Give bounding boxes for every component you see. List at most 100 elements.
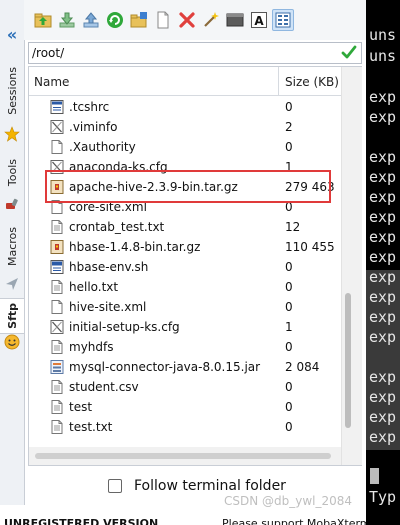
terminal-line: exp [369,188,397,206]
file-name: hive-site.xml [69,300,147,314]
follow-terminal-label: Follow terminal folder [134,478,286,494]
watermark: CSDN @db_ywl_2084 [224,494,353,508]
text-icon [49,379,65,395]
download-icon [59,12,75,28]
file-size: 0 [285,340,293,354]
smiley-icon [4,334,20,350]
config-icon [49,319,65,335]
vertical-scroll-thumb[interactable] [345,293,351,428]
terminal-line: uns [369,26,397,44]
list-view-icon [275,12,291,28]
upload-button[interactable] [80,9,102,31]
file-size: 0 [285,280,293,294]
terminal-line: exp [369,408,397,426]
tab-sftp[interactable]: Sftp [0,298,24,334]
file-list: Name Size (KB) .tcshrc 0 .viminfo 2 .Xauthor… [28,66,362,466]
sftp-panel: « Sessions Tools Macros Sftp A /root/ Na… [0,0,400,525]
list-view-button[interactable] [272,9,294,31]
delete-button[interactable] [176,9,198,31]
file-size: 0 [285,140,293,154]
horizontal-scroll-thumb[interactable] [35,453,331,459]
file-row[interactable]: hbase-env.sh 0 [29,257,341,277]
text-mode-button[interactable]: A [248,9,270,31]
terminal-line: exp [369,168,397,186]
file-size: 0 [285,300,293,314]
terminal-line: exp [369,388,397,406]
checkmark-icon[interactable] [341,44,357,64]
collapse-icon[interactable]: « [4,25,20,44]
doc-icon [49,99,65,115]
follow-terminal-checkbox[interactable] [108,479,122,493]
file-name: student.csv [69,380,139,394]
tab-macros[interactable]: Macros [0,222,24,272]
terminal-line: exp [369,288,397,306]
blank-icon [49,139,65,155]
follow-terminal-folder[interactable]: Follow terminal folder [108,478,286,494]
file-size: 110 455 [285,240,335,254]
file-size: 0 [285,420,293,434]
file-size: 0 [285,380,293,394]
terminal-line: Typ [369,488,397,506]
refresh-button[interactable] [104,9,126,31]
terminal-pane[interactable]: uns uns exp exp exp exp exp exp exp exp exp exp exp e… [366,0,400,525]
new-folder-icon [130,12,147,28]
terminal-icon [226,13,244,27]
file-name: hbase-env.sh [69,260,149,274]
file-row[interactable]: hello.txt 0 [29,277,341,297]
terminal-line: exp [369,328,397,346]
file-row[interactable]: .Xauthority 0 [29,137,341,157]
file-row[interactable]: test.txt 0 [29,417,341,437]
tab-sessions[interactable]: Sessions [0,56,24,126]
folder-up-icon [34,13,52,28]
star-icon [4,126,20,142]
file-row[interactable]: student.csv 0 [29,377,341,397]
archive-icon [49,239,65,255]
script-icon [49,259,65,275]
column-divider[interactable] [278,67,279,95]
delete-icon [179,12,195,28]
file-name: crontab_test.txt [69,220,165,234]
rename-button[interactable] [200,9,222,31]
file-size: 0 [285,400,293,414]
terminal-line: exp [369,108,397,126]
terminal-line: exp [369,148,397,166]
path-input[interactable]: /root/ [28,42,362,64]
file-row[interactable]: crontab_test.txt 12 [29,217,341,237]
new-folder-button[interactable] [128,9,150,31]
tab-tools[interactable]: Tools [0,150,24,195]
file-row[interactable]: hive-site.xml 0 [29,297,341,317]
download-button[interactable] [56,9,78,31]
column-header-size[interactable]: Size (KB) [285,75,339,89]
terminal-line: exp [369,248,397,266]
file-row[interactable]: .viminfo 2 [29,117,341,137]
parent-folder-button[interactable] [32,9,54,31]
file-name: hbase-1.4.8-bin.tar.gz [69,240,201,254]
file-row[interactable]: initial-setup-ks.cfg 1 [29,317,341,337]
refresh-icon [107,12,123,28]
status-bar: UNREGISTERED VERSION Please support Moba… [0,505,371,525]
new-file-button[interactable] [152,9,174,31]
horizontal-scrollbar[interactable] [29,447,341,465]
vertical-scrollbar[interactable] [341,67,362,465]
column-header-name[interactable]: Name [34,75,69,89]
blank-icon [49,299,65,315]
file-row[interactable]: .tcshrc 0 [29,97,341,117]
terminal-line: exp [369,428,397,446]
file-row[interactable]: myhdfs 0 [29,337,341,357]
file-row[interactable]: mysql-connector-java-8.0.15.jar 2 084 [29,357,341,377]
terminal-button[interactable] [224,9,246,31]
file-size: 2 084 [285,360,320,374]
text-icon [49,279,65,295]
file-size: 0 [285,260,293,274]
text-a-icon: A [251,12,267,28]
terminal-line: exp [369,308,397,326]
tools-icon [4,196,20,212]
file-row[interactable]: hbase-1.4.8-bin.tar.gz 110 455 [29,237,341,257]
jar-icon [49,359,65,375]
sftp-toolbar: A [24,0,366,40]
file-name: .Xauthority [69,140,136,154]
file-row[interactable]: test 0 [29,397,341,417]
file-size: 12 [285,220,301,234]
file-name: mysql-connector-java-8.0.15.jar [69,360,261,374]
side-tab-strip: « Sessions Tools Macros Sftp [0,0,25,525]
